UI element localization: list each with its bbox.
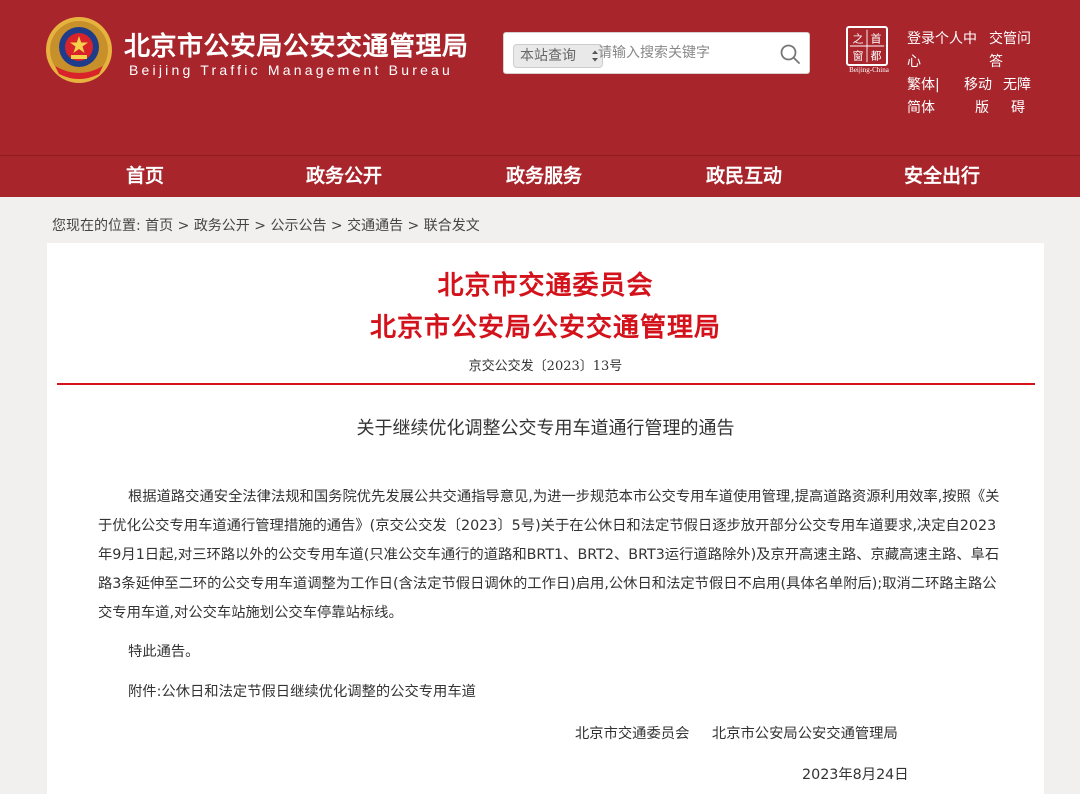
nav-item-home[interactable]: 首页 bbox=[126, 156, 164, 198]
notice-title: 关于继续优化调整公交专用车道通行管理的通告 bbox=[356, 418, 735, 439]
search-scope-select[interactable]: 本站查询 bbox=[513, 44, 603, 68]
quick-link-label: 简体 bbox=[907, 100, 935, 116]
police-emblem-icon[interactable] bbox=[45, 16, 113, 84]
quick-link-label: 无障 bbox=[1003, 77, 1031, 93]
quick-link-label: 移动 bbox=[964, 77, 992, 93]
breadcrumb-link[interactable]: 交通通告 bbox=[347, 218, 403, 234]
nav-item-interaction[interactable]: 政民互动 bbox=[706, 156, 782, 198]
breadcrumb-prefix: 您现在的位置: bbox=[52, 218, 141, 234]
notice-body: 根据道路交通安全法律法规和国务院优先发展公共交通指导意见,为进一步规范本市公交专… bbox=[98, 489, 1000, 621]
breadcrumb-link[interactable]: 政务公开 bbox=[194, 218, 250, 234]
quick-link-label: 心 bbox=[907, 54, 921, 70]
site-subtitle: Beijing Traffic Management Bureau bbox=[129, 62, 454, 78]
quick-link-label: 版 bbox=[975, 100, 989, 116]
seal-char-4: 都 bbox=[871, 50, 882, 63]
quick-link-label: 交管问 bbox=[989, 31, 1031, 47]
search-input[interactable] bbox=[598, 39, 768, 67]
breadcrumb-link[interactable]: 公示公告 bbox=[270, 218, 326, 234]
quick-link-accessibility[interactable]: 无障 碍 bbox=[1003, 74, 1031, 120]
nav-item-government-affairs[interactable]: 政务公开 bbox=[306, 156, 382, 198]
breadcrumb: 您现在的位置: 首页 > 政务公开 > 公示公告 > 交通通告 > 联合发文 bbox=[52, 215, 480, 235]
quick-link-label: 登录个人中 bbox=[907, 31, 977, 47]
quick-link-label: 繁体| bbox=[907, 77, 940, 93]
signatory: 北京市公安局公安交通管理局 bbox=[711, 726, 898, 742]
seal-icon: 之 首 窗 都 bbox=[846, 26, 888, 66]
quick-link-qa[interactable]: 交管问 答 bbox=[989, 28, 1031, 74]
notice-card: 北京市交通委员会 北京市公安局公安交通管理局 京交公交发〔2023〕13号 关于… bbox=[47, 243, 1044, 794]
breadcrumb-link[interactable]: 首页 bbox=[145, 218, 173, 234]
breadcrumb-separator: > bbox=[330, 218, 343, 234]
quick-link-label: 碍 bbox=[1011, 100, 1025, 116]
quick-link-login[interactable]: 登录个人中 心 bbox=[907, 28, 977, 74]
main-nav: 首页 政务公开 政务服务 政民互动 安全出行 bbox=[0, 155, 1080, 197]
notice-closing: 特此通告。 bbox=[128, 644, 200, 660]
search-icon[interactable] bbox=[779, 43, 801, 65]
seal-char-2: 首 bbox=[871, 32, 882, 45]
site-title[interactable]: 北京市公安局公安交通管理局 bbox=[124, 26, 469, 63]
issuer-heading-2: 北京市公安局公安交通管理局 bbox=[369, 313, 721, 343]
nav-item-safe-travel[interactable]: 安全出行 bbox=[904, 156, 980, 198]
seal-caption: Beijing-China bbox=[849, 66, 889, 74]
breadcrumb-separator: > bbox=[177, 218, 190, 234]
quick-link-traditional-simplified[interactable]: 繁体| 简体 bbox=[907, 74, 940, 120]
breadcrumb-separator: > bbox=[407, 218, 420, 234]
nav-item-government-services[interactable]: 政务服务 bbox=[506, 156, 582, 198]
search-scope-value: 本站查询 bbox=[520, 48, 576, 64]
notice-attachment[interactable]: 附件:公休日和法定节假日继续优化调整的公交专用车道 bbox=[128, 680, 476, 701]
breadcrumb-separator: > bbox=[254, 218, 266, 234]
search-box: 本站查询 bbox=[503, 32, 810, 74]
document-number: 京交公交发〔2023〕13号 bbox=[468, 359, 623, 374]
signatories: 北京市交通委员会 北京市公安局公安交通管理局 bbox=[575, 722, 898, 743]
quick-link-mobile[interactable]: 移动 版 bbox=[962, 74, 994, 120]
notice-date: 2023年8月24日 bbox=[802, 767, 909, 783]
red-divider bbox=[57, 383, 1035, 385]
signatory: 北京市交通委员会 bbox=[575, 726, 690, 742]
site-header: 北京市公安局公安交通管理局 Beijing Traffic Management… bbox=[0, 0, 1080, 155]
beijing-china-seal: 之 首 窗 都 Beijing-China bbox=[846, 26, 892, 78]
breadcrumb-link[interactable]: 联合发文 bbox=[424, 218, 480, 234]
seal-char-1: 之 bbox=[853, 32, 864, 45]
quick-link-label: 答 bbox=[989, 54, 1003, 70]
seal-char-3: 窗 bbox=[853, 50, 864, 63]
issuer-heading-1: 北京市交通委员会 bbox=[437, 271, 654, 301]
